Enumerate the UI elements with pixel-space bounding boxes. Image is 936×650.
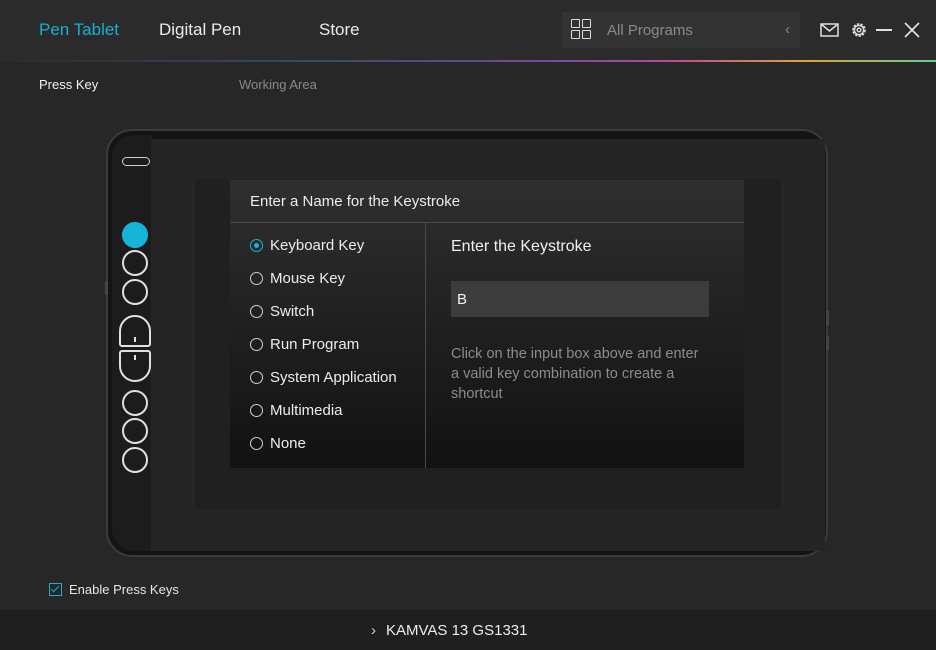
keystroke-help-text: Click on the input box above and enter a… <box>451 346 699 402</box>
all-programs-selector[interactable]: All Programs ‹ <box>562 12 800 48</box>
radio-button[interactable] <box>250 272 263 285</box>
express-key-5[interactable] <box>122 418 148 444</box>
tab-store[interactable]: Store <box>319 20 360 40</box>
radio-button[interactable] <box>250 404 263 417</box>
express-key-4[interactable] <box>122 390 148 416</box>
option-label: None <box>270 435 306 452</box>
tab-digital-pen[interactable]: Digital Pen <box>159 20 241 40</box>
option-label: Run Program <box>270 336 360 353</box>
express-key-panel <box>112 135 152 551</box>
side-button <box>826 336 829 350</box>
subtab-working-area[interactable]: Working Area <box>239 77 317 92</box>
grid-icon <box>571 19 593 41</box>
rocker-key-down[interactable] <box>119 350 151 382</box>
divider <box>230 222 744 223</box>
side-button <box>105 281 108 295</box>
subtab-press-key[interactable]: Press Key <box>39 77 98 92</box>
side-button <box>826 311 829 325</box>
keystroke-heading: Enter the Keystroke <box>451 238 592 255</box>
option-label: Multimedia <box>270 402 343 419</box>
radio-button[interactable] <box>250 239 263 252</box>
device-footer: › KAMVAS 13 GS1331 <box>0 610 936 650</box>
enable-press-keys-checkbox[interactable] <box>49 583 62 596</box>
gear-icon[interactable] <box>849 20 869 40</box>
option-label: Switch <box>270 303 315 320</box>
express-key-2[interactable] <box>122 250 148 276</box>
radio-button[interactable] <box>250 305 263 318</box>
express-key-3[interactable] <box>122 279 148 305</box>
tab-pen-tablet[interactable]: Pen Tablet <box>39 20 119 40</box>
option-label: Mouse Key <box>270 270 346 287</box>
chevron-right-icon: › <box>371 622 376 639</box>
keystroke-input[interactable] <box>451 281 709 317</box>
option-label: System Application <box>270 369 397 386</box>
device-selector[interactable]: › KAMVAS 13 GS1331 <box>371 622 527 639</box>
radio-button[interactable] <box>250 437 263 450</box>
express-key-1[interactable] <box>122 222 148 248</box>
mail-icon[interactable] <box>820 20 840 40</box>
radio-button[interactable] <box>250 338 263 351</box>
dialog-title: Enter a Name for the Keystroke <box>250 193 461 210</box>
chevron-left-icon[interactable]: ‹ <box>785 21 790 38</box>
express-key-6[interactable] <box>122 447 148 473</box>
device-name: KAMVAS 13 GS1331 <box>386 622 528 639</box>
close-icon[interactable] <box>902 20 922 40</box>
enable-press-keys-label: Enable Press Keys <box>69 582 179 597</box>
all-programs-label: All Programs <box>607 22 693 39</box>
minimize-icon[interactable] <box>874 20 894 40</box>
tablet-indicator <box>122 157 150 166</box>
option-label: Keyboard Key <box>270 237 365 254</box>
accent-divider <box>0 60 936 62</box>
keystroke-dialog: Enter a Name for the Keystroke Keyboard … <box>230 180 744 468</box>
top-bar: Pen Tablet Digital Pen Store All Program… <box>0 0 936 60</box>
radio-button[interactable] <box>250 371 263 384</box>
divider <box>425 223 426 468</box>
rocker-key-up[interactable] <box>119 315 151 347</box>
